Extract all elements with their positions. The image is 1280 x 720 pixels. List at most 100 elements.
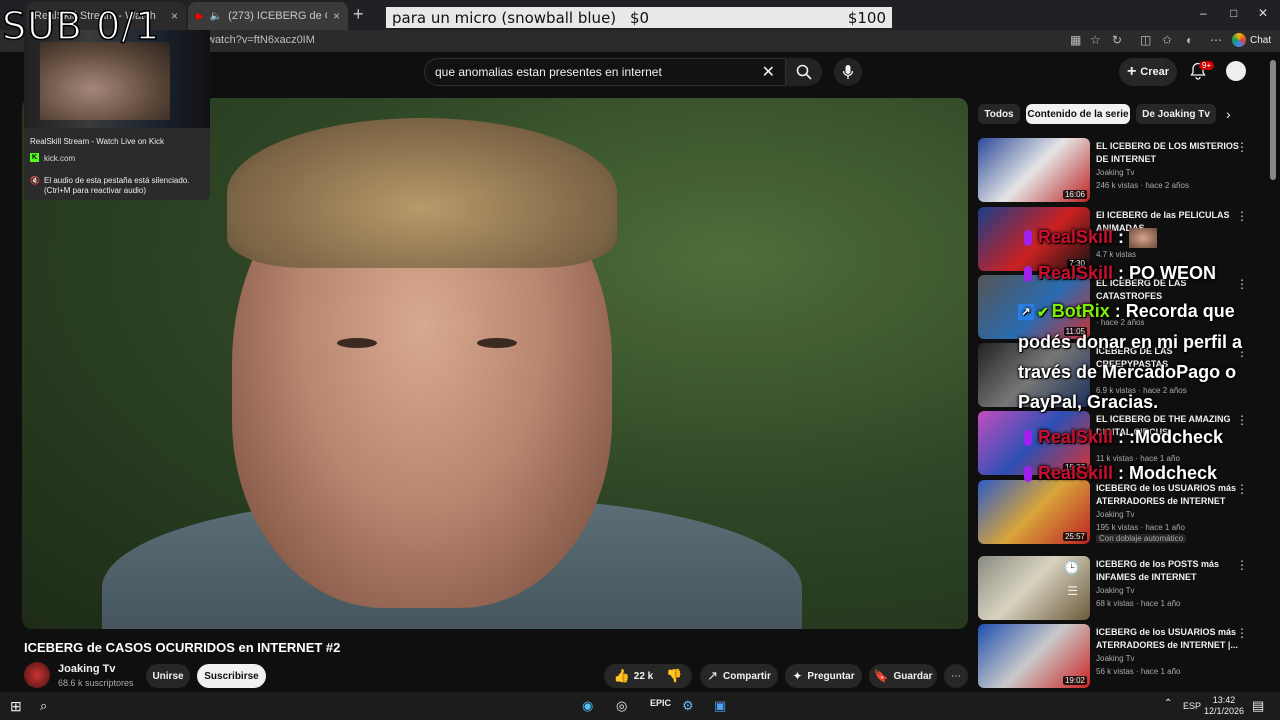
notification-count-badge: 9+ (1199, 61, 1215, 70)
rec-title: EL ICEBERG DE LOS MISTERIOS DE INTERNET (1096, 141, 1239, 164)
speaker-icon[interactable]: 🔈 (210, 11, 222, 22)
microphone-icon (842, 65, 854, 79)
add-to-queue-icon[interactable]: ☰ (1067, 584, 1078, 598)
dislike-button[interactable]: 👎 (666, 668, 682, 684)
preview-domain: kick.com (44, 154, 76, 163)
watch-later-icon[interactable]: 🕒 (1064, 560, 1080, 576)
bookmark-icon: 🔖 (873, 669, 889, 683)
chevron-up-icon[interactable]: ⌃ (1164, 698, 1172, 709)
minimize-button[interactable]: – (1200, 6, 1207, 20)
emote-icon (1129, 228, 1158, 249)
kebab-menu-icon[interactable]: ⋮ (1236, 140, 1248, 154)
more-actions-button[interactable]: ⋯ (944, 664, 968, 688)
like-count: 22 k (633, 670, 654, 682)
plus-icon: + (1126, 63, 1137, 80)
notification-center-icon[interactable]: ▤ (1252, 698, 1264, 714)
obs-icon[interactable]: ◎ (616, 698, 627, 714)
list-item[interactable]: 25:57 ICEBERG de los USUARIOS más ATERRA… (978, 480, 1268, 544)
search-input[interactable]: que anomalias estan presentes en interne… (424, 58, 786, 86)
system-clock[interactable]: 13:42 12/1/2026 (1204, 695, 1244, 717)
tab-youtube-video[interactable]: ▶ 🔈 (273) ICEBERG de CASOS OCURRIDOS × (188, 2, 348, 30)
voice-search-button[interactable] (834, 58, 862, 86)
user-badge-icon (1024, 466, 1032, 483)
kebab-menu-icon[interactable]: ⋮ (1236, 209, 1248, 223)
epic-games-icon[interactable]: EPIC (650, 698, 671, 708)
list-item[interactable]: 🕒 ☰ ICEBERG de los POSTS más INFAMES de … (978, 556, 1268, 620)
tab-close-button[interactable]: × (333, 9, 340, 23)
goal-current: $0 (630, 8, 650, 27)
split-screen-icon[interactable]: ◫ (1140, 33, 1151, 47)
star-icon[interactable]: ☆ (1090, 33, 1101, 47)
create-button[interactable]: + Crear (1119, 58, 1177, 86)
refresh-icon[interactable]: ↻ (1112, 33, 1122, 47)
thumbnail[interactable]: 16:06 (978, 138, 1090, 202)
window-close-button[interactable]: ✕ (1258, 6, 1268, 20)
clear-search-icon[interactable]: ✕ (762, 62, 775, 82)
join-label: Unirse (152, 670, 184, 682)
ask-label: Preguntar (807, 670, 855, 682)
chat-message: ↗ ✔ BotRix : Recorda que podés donar en mi… (1018, 296, 1280, 417)
edge-browser-icon[interactable]: ◉ (582, 698, 593, 714)
channel-avatar[interactable] (24, 662, 50, 688)
chevron-right-icon[interactable]: › (1226, 106, 1231, 122)
list-item[interactable]: 16:06 EL ICEBERG DE LOS MISTERIOS DE INT… (978, 138, 1268, 202)
chat-message: RealSkill : (1018, 222, 1280, 252)
rec-meta: 195 k vistas · hace 1 año (1096, 523, 1185, 532)
like-button[interactable]: 👍 22 k (614, 668, 654, 684)
goal-target: $100 (847, 8, 886, 27)
chip-channel[interactable]: De Joaking Tv (1136, 104, 1216, 124)
create-label: Crear (1140, 66, 1170, 78)
new-tab-button[interactable]: + (353, 4, 364, 25)
copilot-icon (1232, 33, 1246, 47)
chip-all[interactable]: Todos (978, 104, 1020, 124)
kebab-menu-icon[interactable]: ⋮ (1236, 558, 1248, 572)
sub-counter: SUB 0/1 (1, 3, 161, 49)
chat-username: BotRix (1051, 301, 1110, 321)
search-button[interactable] (786, 58, 822, 86)
list-item[interactable]: 19:02 ICEBERG de los USUARIOS más ATERRA… (978, 624, 1268, 688)
thumbnail[interactable]: 🕒 ☰ (978, 556, 1090, 620)
chip-label: Todos (984, 108, 1014, 120)
duration: 25:57 (1062, 532, 1087, 541)
ask-button[interactable]: ✦ Preguntar (785, 664, 862, 688)
chat-text: : PO WEON (1113, 263, 1217, 283)
rec-title: ICEBERG de los USUARIOS más ATERRADORES … (1096, 627, 1238, 650)
thumbs-up-icon: 👍 (613, 668, 630, 683)
chip-series[interactable]: Contenido de la serie (1026, 104, 1130, 124)
scrollbar[interactable] (1270, 60, 1276, 180)
search-icon[interactable]: ⌕ (40, 698, 47, 714)
youtube-favicon: ▶ (196, 10, 204, 22)
apps-icon[interactable]: ▦ (1070, 33, 1081, 47)
save-button[interactable]: 🔖 Guardar (869, 664, 937, 688)
join-button[interactable]: Unirse (146, 664, 190, 688)
app-icon[interactable]: ▣ (714, 698, 726, 714)
rec-meta: 56 k vistas · hace 1 año (1096, 667, 1181, 676)
account-avatar[interactable] (1226, 61, 1246, 81)
thumbnail[interactable]: 25:57 (978, 480, 1090, 544)
share-button[interactable]: ↗ Compartir (700, 664, 778, 688)
taskbar: ⊞ ⌕ ◉ ◎ EPIC ⚙ ▣ ⌃ ESP 13:42 12/1/2026 ▤ (0, 692, 1280, 720)
favorites-icon[interactable]: ✩ (1162, 33, 1172, 47)
subscribe-label: Suscribirse (204, 670, 259, 682)
windows-start-icon[interactable]: ⊞ (10, 698, 22, 715)
url-text[interactable]: watch?v=ftN6xacz0IM (207, 34, 315, 46)
chat-text: : :Modcheck (1113, 427, 1224, 447)
maximize-button[interactable]: □ (1230, 6, 1237, 20)
more-menu-icon[interactable]: ⋯ (1210, 33, 1222, 47)
duration: 16:06 (1062, 190, 1087, 199)
thumbnail[interactable]: 19:02 (978, 624, 1090, 688)
chat-message: RealSkill : PO WEON (1018, 258, 1280, 288)
subscribe-button[interactable]: Suscribirse (197, 664, 266, 688)
chat-message: RealSkill : Modcheck (1018, 458, 1280, 488)
share-label: Compartir (723, 670, 771, 682)
channel-name[interactable]: Joaking Tv (58, 663, 115, 675)
language-indicator[interactable]: ESP (1183, 701, 1201, 711)
user-badge-icon (1024, 430, 1032, 447)
copilot-chat-button[interactable]: Chat (1232, 31, 1271, 49)
profile-icon[interactable]: ◐ (1186, 33, 1193, 47)
steam-icon[interactable]: ⚙ (682, 698, 694, 714)
screen: RealSkill Stream - Watch Live on Kick × … (0, 0, 1280, 720)
tab-close-button[interactable]: × (171, 9, 178, 23)
user-badge-icon (1024, 230, 1032, 247)
kebab-menu-icon[interactable]: ⋮ (1236, 626, 1248, 640)
